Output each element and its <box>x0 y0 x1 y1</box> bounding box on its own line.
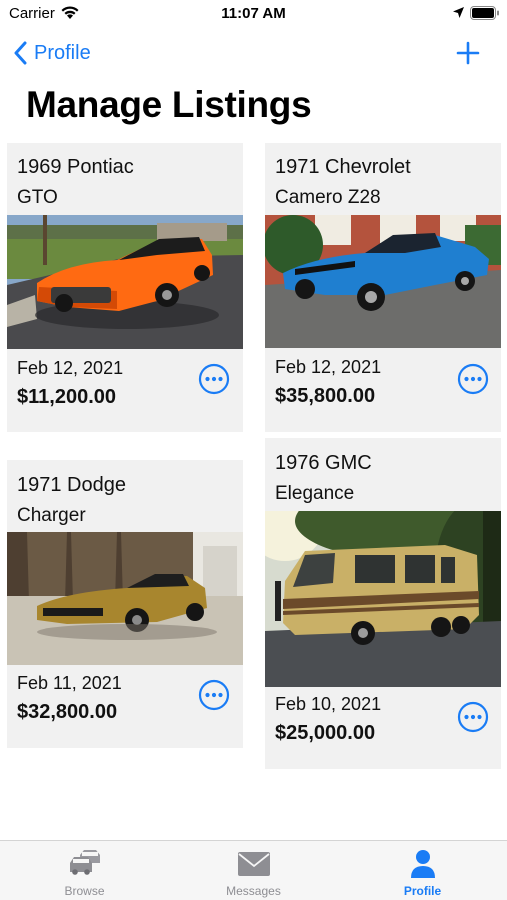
listing-title: 1976 GMC <box>275 452 372 474</box>
listing-title: 1971 Chevrolet <box>275 156 411 178</box>
page-title: Manage Listings <box>26 84 312 125</box>
listing-date: Feb 12, 2021 <box>17 358 124 378</box>
listing-title: 1971 Dodge <box>17 474 126 496</box>
status-bar: Carrier 11:07 AM <box>0 0 507 30</box>
listing-date: Feb 11, 2021 <box>17 673 122 693</box>
listing-subtitle: Camero Z28 <box>275 187 381 208</box>
tab-messages[interactable]: Messages <box>169 841 338 900</box>
listing-price: $11,200.00 <box>17 386 116 408</box>
status-time: 11:07 AM <box>221 5 286 22</box>
more-options-button[interactable] <box>457 363 489 395</box>
listing-photo <box>265 215 501 348</box>
tab-profile[interactable]: Profile <box>338 841 507 900</box>
listing-price: $25,000.00 <box>275 722 376 744</box>
listing-subtitle: GTO <box>17 187 58 208</box>
listing-price: $35,800.00 <box>275 385 376 407</box>
listing-card[interactable]: 1971 Dodge Charger Feb 11, 2021 $32,800.… <box>7 460 243 748</box>
listing-card[interactable]: 1971 Chevrolet Camero Z28 Feb 12, 2021 $… <box>265 143 501 432</box>
listing-photo <box>265 511 501 687</box>
add-listing-button[interactable] <box>452 38 484 68</box>
location-arrow-icon <box>453 7 464 18</box>
battery-icon <box>470 6 499 20</box>
tab-label: Browse <box>64 884 105 898</box>
more-options-button[interactable] <box>198 679 230 711</box>
listing-photo <box>7 215 243 349</box>
person-icon <box>410 850 435 878</box>
back-button-label: Profile <box>34 41 91 64</box>
listing-subtitle: Charger <box>17 505 86 526</box>
envelope-icon <box>237 852 270 876</box>
back-button[interactable]: Profile <box>14 38 91 68</box>
more-options-button[interactable] <box>457 701 489 733</box>
listing-card[interactable]: 1976 GMC Elegance Feb 10, 2021 $25,000.0… <box>265 438 501 769</box>
chevron-left-icon <box>14 41 27 65</box>
listing-photo <box>7 532 243 665</box>
tab-label: Profile <box>403 884 442 898</box>
listing-date: Feb 10, 2021 <box>275 694 382 714</box>
listing-card[interactable]: 1969 Pontiac GTO Feb 12, 2021 $11,200.00 <box>7 143 243 432</box>
listing-title: 1969 Pontiac <box>17 156 134 178</box>
tab-bar: Browse Messages Profile <box>0 840 507 900</box>
listing-subtitle: Elegance <box>275 483 355 504</box>
tab-label: Messages <box>226 884 281 898</box>
listing-date: Feb 12, 2021 <box>275 357 382 377</box>
more-options-button[interactable] <box>198 363 230 395</box>
tab-browse[interactable]: Browse <box>0 841 169 900</box>
listing-price: $32,800.00 <box>17 701 118 723</box>
cars-icon <box>69 850 100 875</box>
